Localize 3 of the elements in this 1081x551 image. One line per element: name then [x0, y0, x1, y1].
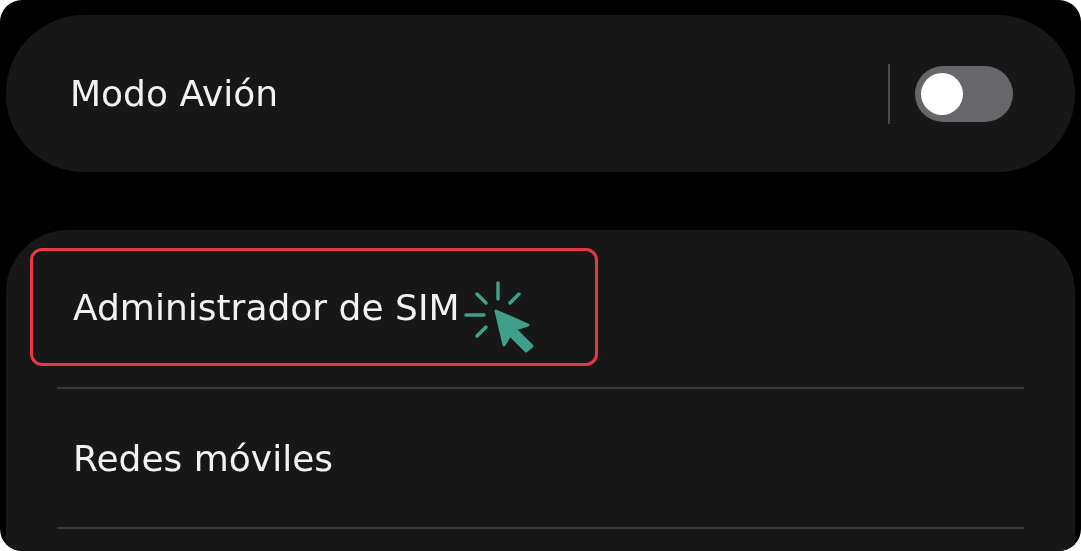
- menu-item[interactable]: Administrador de SIM: [30, 248, 598, 366]
- airplane-mode-label: Modo Avión: [70, 73, 280, 114]
- menu-item[interactable]: Redes móviles: [30, 399, 598, 517]
